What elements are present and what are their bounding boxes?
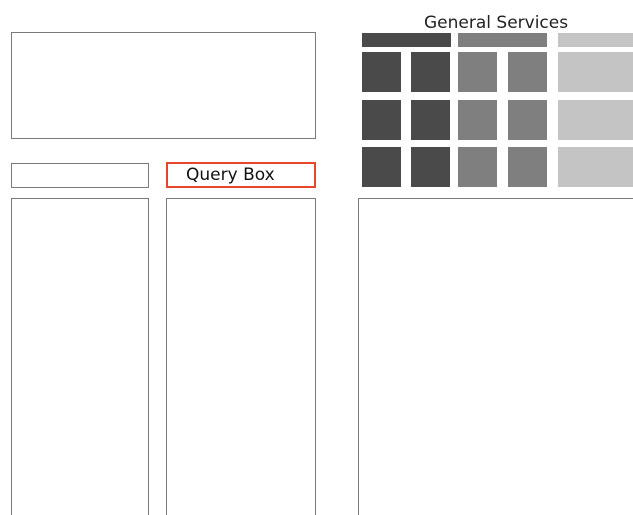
services-header-bar-mid [458, 33, 547, 47]
main-content-panel [358, 198, 633, 515]
service-tile[interactable] [558, 52, 633, 92]
service-tile[interactable] [411, 147, 450, 187]
service-tile[interactable] [362, 52, 401, 92]
service-tile[interactable] [458, 52, 497, 92]
service-tile[interactable] [362, 100, 401, 140]
service-tile[interactable] [508, 147, 547, 187]
service-tile[interactable] [558, 100, 633, 140]
service-tile[interactable] [458, 100, 497, 140]
service-tile[interactable] [411, 52, 450, 92]
query-box[interactable]: Query Box [166, 162, 316, 188]
service-tile[interactable] [558, 147, 633, 187]
service-tile[interactable] [411, 100, 450, 140]
service-tile[interactable] [362, 147, 401, 187]
left-list-panel[interactable] [11, 198, 149, 515]
service-tile[interactable] [508, 52, 547, 92]
services-header-bar-light [558, 33, 633, 47]
top-left-panel [11, 32, 316, 139]
middle-list-panel[interactable] [166, 198, 316, 515]
small-input-field[interactable] [11, 163, 149, 188]
query-box-label: Query Box [186, 165, 275, 185]
services-header-bar-dark [362, 33, 451, 47]
service-tile[interactable] [508, 100, 547, 140]
service-tile[interactable] [458, 147, 497, 187]
general-services-title: General Services [424, 13, 569, 33]
